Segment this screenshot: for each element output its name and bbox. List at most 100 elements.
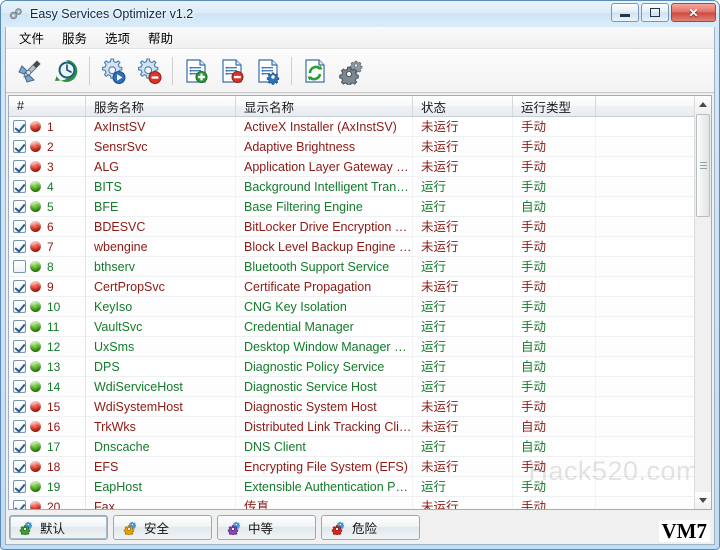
row-checkbox[interactable] [13, 220, 26, 233]
column-header-status[interactable]: 状态 [413, 96, 513, 116]
bottom-toolbar: 默认 安全 中等 危险 VM7 [6, 510, 714, 544]
column-header-display[interactable]: 显示名称 [236, 96, 413, 116]
scrollbar-thumb[interactable] [696, 114, 710, 217]
preset-safe-button[interactable]: 安全 [113, 514, 212, 540]
column-header-number[interactable]: # [9, 96, 86, 116]
column-header-start-type[interactable]: 运行类型 [513, 96, 596, 116]
row-checkbox[interactable] [13, 340, 26, 353]
table-row[interactable]: 4 BITS Background Intelligent Transfer... 运… [9, 176, 711, 197]
preset-default-button[interactable]: 默认 [9, 514, 108, 540]
table-row[interactable]: 20 Fax 传真 未运行 手动 [9, 496, 711, 509]
row-checkbox[interactable] [13, 360, 26, 373]
minimize-button[interactable] [611, 3, 639, 22]
maximize-button[interactable] [641, 3, 669, 22]
row-index-cell: 13 [9, 356, 86, 377]
table-row[interactable]: 16 TrkWks Distributed Link Tracking Client… [9, 416, 711, 437]
table-row[interactable]: 15 WdiSystemHost Diagnostic System Host 未运行… [9, 396, 711, 417]
table-row[interactable]: 13 DPS Diagnostic Policy Service 运行 自动 [9, 356, 711, 377]
table-row[interactable]: 18 EFS Encrypting File System (EFS) 未运行 手动 [9, 456, 711, 477]
table-row[interactable]: 2 SensrSvc Adaptive Brightness 未运行 手动 [9, 136, 711, 157]
toolbar-button-add-profile[interactable] [178, 52, 214, 90]
toolbar-button-start-service[interactable] [95, 52, 131, 90]
column-header-service[interactable]: 服务名称 [86, 96, 236, 116]
title-bar: Easy Services Optimizer v1.2 ✕ [1, 1, 719, 27]
display-name-cell: Base Filtering Engine [236, 196, 413, 217]
row-checkbox[interactable] [13, 420, 26, 433]
row-checkbox[interactable] [13, 180, 26, 193]
start-type-cell: 手动 [513, 396, 596, 417]
table-row[interactable]: 8 bthserv Bluetooth Support Service 运行 手动 [9, 256, 711, 277]
status-cell: 运行 [413, 336, 513, 357]
close-button[interactable]: ✕ [671, 3, 716, 22]
application-window: Easy Services Optimizer v1.2 ✕ 文件 服务 选项 … [0, 0, 720, 550]
display-name-cell: Certificate Propagation [236, 276, 413, 297]
gear-default-icon [19, 520, 34, 535]
toolbar-separator-2 [172, 56, 173, 85]
status-led-running-icon [30, 481, 41, 492]
table-row[interactable]: 1 AxInstSV ActiveX Installer (AxInstSV) 未运行… [9, 117, 711, 137]
table-row[interactable]: 14 WdiServiceHost Diagnostic Service Host 运… [9, 376, 711, 397]
status-cell: 运行 [413, 316, 513, 337]
row-checkbox[interactable] [13, 260, 26, 273]
grid-body[interactable]: 1 AxInstSV ActiveX Installer (AxInstSV) 未运行… [9, 117, 711, 509]
table-row[interactable]: 5 BFE Base Filtering Engine 运行 自动 [9, 196, 711, 217]
preset-risky-button[interactable]: 危险 [321, 514, 420, 540]
toolbar-button-settings[interactable] [333, 52, 369, 90]
service-name-cell: AxInstSV [86, 117, 236, 137]
close-icon: ✕ [688, 5, 699, 20]
status-cell: 运行 [413, 256, 513, 277]
service-name-cell: BDESVC [86, 216, 236, 237]
vertical-scrollbar[interactable] [694, 96, 711, 509]
toolbar-button-remove-profile[interactable] [214, 52, 250, 90]
status-cell: 运行 [413, 356, 513, 377]
table-row[interactable]: 6 BDESVCBitLocker Drive Encryption Servic… [9, 216, 711, 237]
toolbar-button-stop-service[interactable] [131, 52, 167, 90]
row-number: 18 [47, 459, 61, 474]
scroll-up-button[interactable] [695, 96, 711, 113]
menu-help[interactable]: 帮助 [139, 26, 182, 49]
row-checkbox[interactable] [13, 280, 26, 293]
toolbar-button-refresh[interactable] [297, 52, 333, 90]
table-row[interactable]: 12 UxSmsDesktop Window Manager Sess...运行自… [9, 336, 711, 357]
status-cell: 未运行 [413, 136, 513, 157]
table-row[interactable]: 10 KeyIso CNG Key Isolation 运行 手动 [9, 296, 711, 317]
preset-medium-button[interactable]: 中等 [217, 514, 316, 540]
gear-safe-icon [123, 520, 138, 535]
row-index-cell: 3 [9, 156, 86, 177]
row-checkbox[interactable] [13, 440, 26, 453]
table-row[interactable]: 11 VaultSvc Credential Manager 运行 手动 [9, 316, 711, 337]
menu-options[interactable]: 选项 [96, 26, 139, 49]
row-checkbox[interactable] [13, 240, 26, 253]
row-index-cell: 2 [9, 136, 86, 157]
scroll-down-button[interactable] [695, 492, 711, 509]
vm-label: VM7 [658, 520, 710, 542]
row-checkbox[interactable] [13, 480, 26, 493]
table-row[interactable]: 17 Dnscache DNS Client 运行 自动 [9, 436, 711, 457]
row-checkbox[interactable] [13, 400, 26, 413]
service-name-cell: ALG [86, 156, 236, 177]
row-checkbox[interactable] [13, 460, 26, 473]
toolbar-button-edit-profile[interactable] [250, 52, 286, 90]
toolbar-button-restore-defaults[interactable] [48, 52, 84, 90]
table-row[interactable]: 7 wbengineBlock Level Backup Engine Servi… [9, 236, 711, 257]
display-name-cell: Diagnostic System Host [236, 396, 413, 417]
row-checkbox[interactable] [13, 120, 26, 133]
table-row[interactable]: 9 CertPropSvc Certificate Propagation 未运行 手动 [9, 276, 711, 297]
start-type-cell: 手动 [513, 236, 596, 257]
table-row[interactable]: 19 EapHost Extensible Authentication Proto… [9, 476, 711, 497]
row-checkbox[interactable] [13, 300, 26, 313]
row-checkbox[interactable] [13, 380, 26, 393]
row-number: 13 [47, 359, 61, 374]
menu-file[interactable]: 文件 [10, 26, 53, 49]
row-checkbox[interactable] [13, 500, 26, 509]
gear-medium-icon [227, 520, 242, 535]
toolbar-button-optimize[interactable] [12, 52, 48, 90]
status-led-running-icon [30, 441, 41, 452]
menu-services[interactable]: 服务 [53, 26, 96, 49]
row-checkbox[interactable] [13, 140, 26, 153]
service-name-cell: Fax [86, 496, 236, 509]
row-checkbox[interactable] [13, 160, 26, 173]
row-checkbox[interactable] [13, 200, 26, 213]
row-checkbox[interactable] [13, 320, 26, 333]
table-row[interactable]: 3 ALG Application Layer Gateway Ser... 未运行手… [9, 156, 711, 177]
